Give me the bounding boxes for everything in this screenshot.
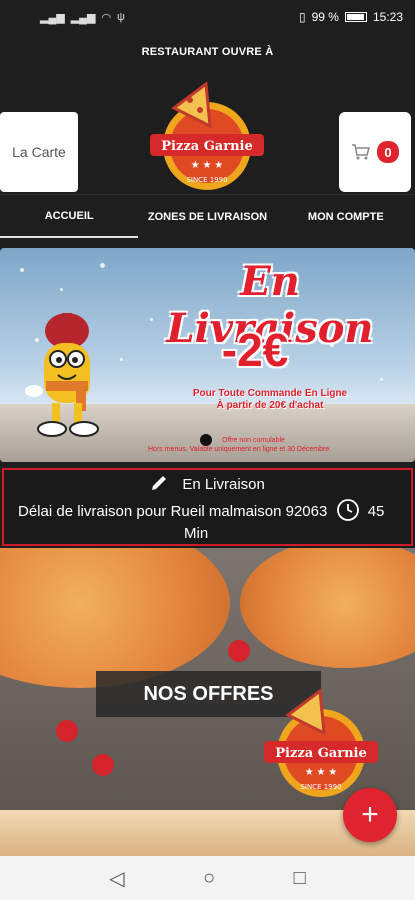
restaurant-open-text: RESTAURANT OUVRE À [141,46,274,58]
cart-count-badge: 0 [377,141,399,163]
delivery-info-box[interactable]: En Livraison Délai de livraison pour Rue… [2,468,413,546]
back-icon[interactable]: ◁ [109,866,124,891]
delivery-title: En Livraison [182,476,265,493]
la-carte-label: La Carte [12,144,66,160]
tab-label: ZONES DE LIVRAISON [147,210,268,223]
status-icons-right: ▯ 99 % 15:23 [299,10,403,24]
clock-icon [336,499,359,521]
delivery-time-text: Délai de livraison pour Rueil malmaison … [18,498,403,545]
banner-note-line1: Offre non cumulable [222,437,285,444]
status-icons-left: ▂▄▆ ▂▄▆ ◠ ψ [40,11,125,24]
tomato-decoration [56,720,78,742]
tab-label: ACCUEIL [44,209,94,222]
tab-zones-de-livraison[interactable]: ZONES DE LIVRAISON [138,195,276,238]
delivery-line: Délai de livraison pour Rueil malmaison … [18,503,328,520]
add-button[interactable]: + [343,788,397,842]
delivery-unit: Min [184,525,209,542]
tomato-decoration [92,754,114,776]
pizza-garnie-logo: Pizza Garnie ★ ★ ★ SINCE 1990 [150,82,264,190]
battery-percent: 99 % [311,10,339,24]
banner-note-line2: Hors menus. Valable uniquement en ligne … [148,446,332,453]
banner-sub-line2: À partir de 20€ d'achat [216,400,324,411]
recents-icon[interactable]: □ [294,867,306,890]
logo-since-text: SINCE 1990 [186,176,227,184]
tab-label: MON COMPTE [307,210,384,223]
pizza-image [0,548,230,688]
offers-section[interactable]: NOS OFFRES Pizza Garnie ★ ★ ★ SINCE 1990 [0,548,415,810]
add-button-label: + [361,798,379,831]
la-carte-button[interactable]: La Carte [0,112,78,192]
android-nav-bar: ◁ ○ □ [0,856,415,900]
cart-button[interactable]: 0 [339,112,411,192]
status-bar: ▂▄▆ ▂▄▆ ◠ ψ ▯ 99 % 15:23 [0,0,415,34]
banner-sub-line1: Pour Toute Commande En Ligne [192,388,348,399]
mascot-illustration [25,313,99,437]
tomato-decoration [228,640,250,662]
tab-accueil[interactable]: ACCUEIL [0,195,139,238]
app-header: RESTAURANT OUVRE À La Carte Pizza Garnie… [0,34,415,194]
logo-since-text: SINCE 1990 [300,783,341,791]
cart-icon [352,144,370,160]
pizza-image [240,548,415,668]
svg-text:★ ★ ★: ★ ★ ★ [305,767,337,778]
usb-icon: ψ [117,11,125,23]
clock-time: 15:23 [372,10,403,24]
tab-mon-compte[interactable]: MON COMPTE [277,195,415,238]
signal-icon: ▂▄▆ [70,11,96,24]
logo-name-text: Pizza Garnie [161,139,252,154]
pencil-icon [152,476,167,490]
promo-banner[interactable]: En Livraison -2€ Pour Toute Commande En … [0,248,415,462]
main-nav: ACCUEIL ZONES DE LIVRAISON MON COMPTE [0,194,415,238]
vibrate-icon: ▯ [299,10,306,24]
svg-text:★ ★ ★: ★ ★ ★ [191,160,223,171]
banner-note: Offre non cumulable Hors menus. Valable … [148,436,408,454]
banner-subtitle: Pour Toute Commande En Ligne À partir de… [160,388,380,412]
battery-icon [344,12,367,22]
logo-name-text: Pizza Garnie [275,746,366,761]
wifi-icon: ◠ [101,11,112,24]
pizza-garnie-logo: Pizza Garnie ★ ★ ★ SINCE 1990 [264,688,378,797]
home-icon[interactable]: ○ [203,867,215,890]
delivery-title-row: En Livraison [4,474,411,493]
delivery-time: 45 [367,503,385,520]
banner-price: -2€ [221,324,289,376]
signal-icon: ▂▄▆ [40,11,65,24]
